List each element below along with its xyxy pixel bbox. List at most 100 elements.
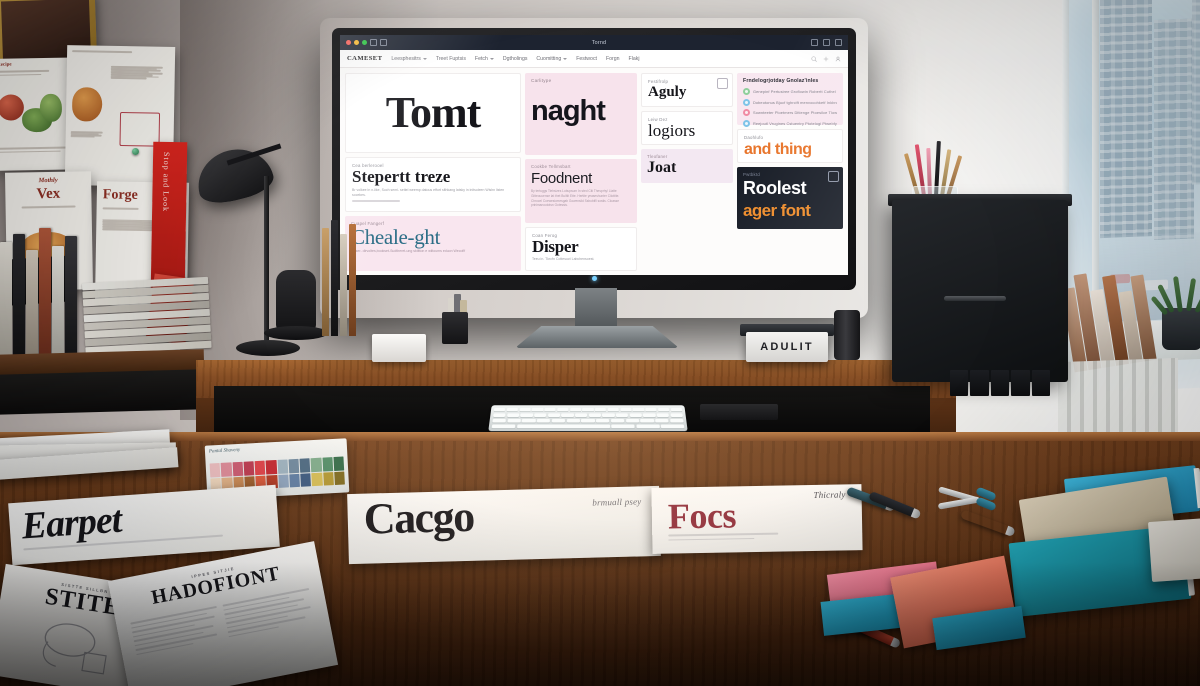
nav-item-7[interactable]: Flakj (629, 56, 640, 62)
white-storage-box (372, 334, 426, 362)
window-sill-books (1058, 256, 1163, 373)
specimen-headline: Disper (532, 237, 579, 256)
specimen-headline: and thing (744, 141, 812, 158)
wall-poster-red: Stop and Look (150, 141, 188, 293)
books-upright-desk (322, 218, 362, 336)
nav-item-2[interactable]: Fetch (475, 56, 494, 62)
specimen-card-carlitype[interactable]: Carlitype naght (525, 73, 637, 155)
nav-item-4[interactable]: Cuomitting (536, 55, 568, 62)
nav-item-0[interactable]: Leesphesitrs (391, 56, 427, 62)
search-icon[interactable] (811, 55, 817, 62)
monitor-screen[interactable]: Tornd CAMESET Leesphesitrs Treet Fuptsis… (340, 35, 848, 275)
nav-label: Flakj (628, 55, 640, 62)
specimen-body: Br volkee in n-like, Such semi- settel w… (352, 187, 505, 197)
panel-row-text: Genepinf Pertusiree Groflowin Robertt Cu… (753, 89, 836, 94)
specimen-body: Fsiser- dirvoltes,bookset-Sudtheret-ung … (351, 249, 466, 254)
desk-tray-object (700, 404, 778, 420)
chevron-down-icon (489, 57, 494, 60)
panel-row[interactable]: Dobeotonus Bjucf tghrcift menvocohketf I… (743, 98, 837, 106)
specimen-card-roolest[interactable]: Pwtbktd Roolest ager font (737, 167, 843, 229)
specimen-headline: logiors (648, 121, 696, 140)
plant-pot (1162, 308, 1200, 350)
specimen-label: Cookbe Tellmsbart (531, 164, 571, 169)
keyboard[interactable] (488, 405, 688, 432)
nav-item-3[interactable]: Dgtholings (503, 56, 528, 62)
specimen-headline: Foodnent (531, 170, 592, 187)
panel-row[interactable]: Reejoutl Vrugines Cstuentry Ptotelogi Pt… (743, 119, 837, 127)
status-dot-icon (743, 119, 750, 127)
speaker-base (264, 326, 328, 340)
specimen-card-logiors[interactable]: Leiw Dez logiors (641, 111, 733, 145)
status-dot-icon (743, 88, 750, 95)
specimen-card-joat[interactable]: Tleofaner Joat (641, 149, 733, 183)
edit-square-icon[interactable] (717, 78, 728, 89)
specimen-headline: Tomt (385, 88, 482, 137)
monitor-power-led (591, 275, 597, 281)
black-cabinet (892, 200, 1068, 382)
specimen-card-disper[interactable]: Coan Ferog Disper Teeu in. Tkrcfn Cottes… (525, 227, 637, 271)
storage-box-label: ADULIT (760, 341, 814, 353)
expand-icon[interactable] (835, 39, 842, 46)
speaker-device (276, 270, 316, 330)
nav-item-6[interactable]: Forgn (606, 56, 620, 62)
cylindrical-speaker (834, 310, 860, 360)
cabinet-drawer-handle[interactable] (944, 296, 1006, 301)
specimen-card-aguly[interactable]: Festifrolp Aguly (641, 73, 733, 107)
specimen-body: By tertuggs Tiehsizes Lobupsum In sted C… (531, 189, 620, 208)
nav-label: Treet Fuptsis (435, 55, 466, 62)
site-navbar: CAMESET Leesphesitrs Treet Fuptsis Fetch… (340, 50, 848, 68)
site-logo[interactable]: CAMESET (347, 55, 382, 62)
panel-row[interactable]: Genepinf Pertusiree Groflowin Robertt Cu… (743, 88, 837, 95)
specimen-label: Pwtbktd (743, 172, 761, 177)
push-pin (132, 148, 139, 155)
monitor-stand-base (515, 326, 679, 348)
grid-icon[interactable] (823, 39, 830, 46)
desk-lamp-base (236, 340, 300, 356)
nav-item-1[interactable]: Treet Fuptsis (436, 56, 466, 62)
left-shelf-cabinet (0, 369, 205, 415)
pen-cup (442, 312, 468, 344)
specimen-headline: Joat (647, 159, 677, 176)
status-dot-icon (743, 98, 750, 106)
tab-new-icon[interactable] (370, 39, 377, 46)
specimen-body: Teeu in. Tkrcfn Cottesuct Labchensoest. (532, 257, 595, 262)
shield-icon[interactable] (811, 39, 818, 46)
specimen-card-hero-tomt[interactable]: Tomt (345, 73, 521, 154)
nav-label: Forgn (605, 55, 620, 62)
panel-row-text: Sownteeter Ploetmers Ditienge Ptoesilce … (753, 110, 837, 116)
monitor-neck (575, 288, 617, 332)
specimen-label: Daohlufo (744, 135, 764, 140)
labeled-storage-box: ADULIT (746, 332, 828, 362)
nav-label: Dgtholings (502, 55, 528, 62)
specimen-card-stepertt[interactable]: Cea berlerooel Stepertt treze Br volkee … (345, 157, 521, 213)
typography-guidelines-panel[interactable]: Frndelogrjotday Gnolaz'inles Genepinf Pe… (737, 73, 843, 139)
book-stack-left (0, 226, 78, 358)
cabinet-lower-books (950, 370, 1051, 396)
specimen-headline: Roolest (743, 178, 807, 198)
account-icon[interactable] (835, 56, 841, 62)
chevron-down-icon (422, 57, 427, 60)
panel-row[interactable]: Sownteeter Ploetmers Ditienge Ptoesilce … (743, 109, 837, 117)
browser-window-title: Tornd (591, 39, 607, 46)
specimen-card-cheale[interactable]: Cuapel Fangerf Cheale-ght Fsiser- dirvol… (345, 216, 521, 271)
specimen-headline: Aguly (648, 84, 687, 100)
specimen-headline-secondary: ager font (743, 201, 811, 220)
nav-label: Cuomitting (536, 55, 562, 62)
traffic-light-minimize[interactable] (354, 40, 359, 45)
tab-list-icon[interactable] (380, 39, 387, 46)
add-icon[interactable] (823, 56, 829, 62)
nav-item-5[interactable]: Festwoct (576, 56, 597, 62)
traffic-light-close[interactable] (346, 40, 351, 45)
browser-titlebar: Tornd (340, 35, 848, 50)
specimen-card-foodnent[interactable]: Cookbe Tellmsbart Foodnent By tertuggs T… (525, 159, 637, 223)
traffic-light-maximize[interactable] (362, 40, 367, 45)
desk-vignette (0, 432, 1200, 686)
panel-row-text: Reejoutl Vrugines Cstuentry Ptotelogi Pt… (753, 120, 837, 126)
nav-label: Fetch (474, 55, 488, 62)
font-specimen-grid: Tomt Cea berlerooel Stepertt treze Br vo… (340, 68, 848, 275)
desk-scene: Recipe Mothly Vex Forge Stop and Look To… (0, 0, 1200, 686)
panel-row-text: Dobeotonus Bjucf tghrcift menvocohketf I… (753, 99, 837, 105)
desk-lamp-pole (264, 176, 269, 346)
specimen-card-and-thing[interactable]: Daohlufo and thing (737, 129, 843, 163)
save-icon[interactable] (828, 171, 839, 182)
